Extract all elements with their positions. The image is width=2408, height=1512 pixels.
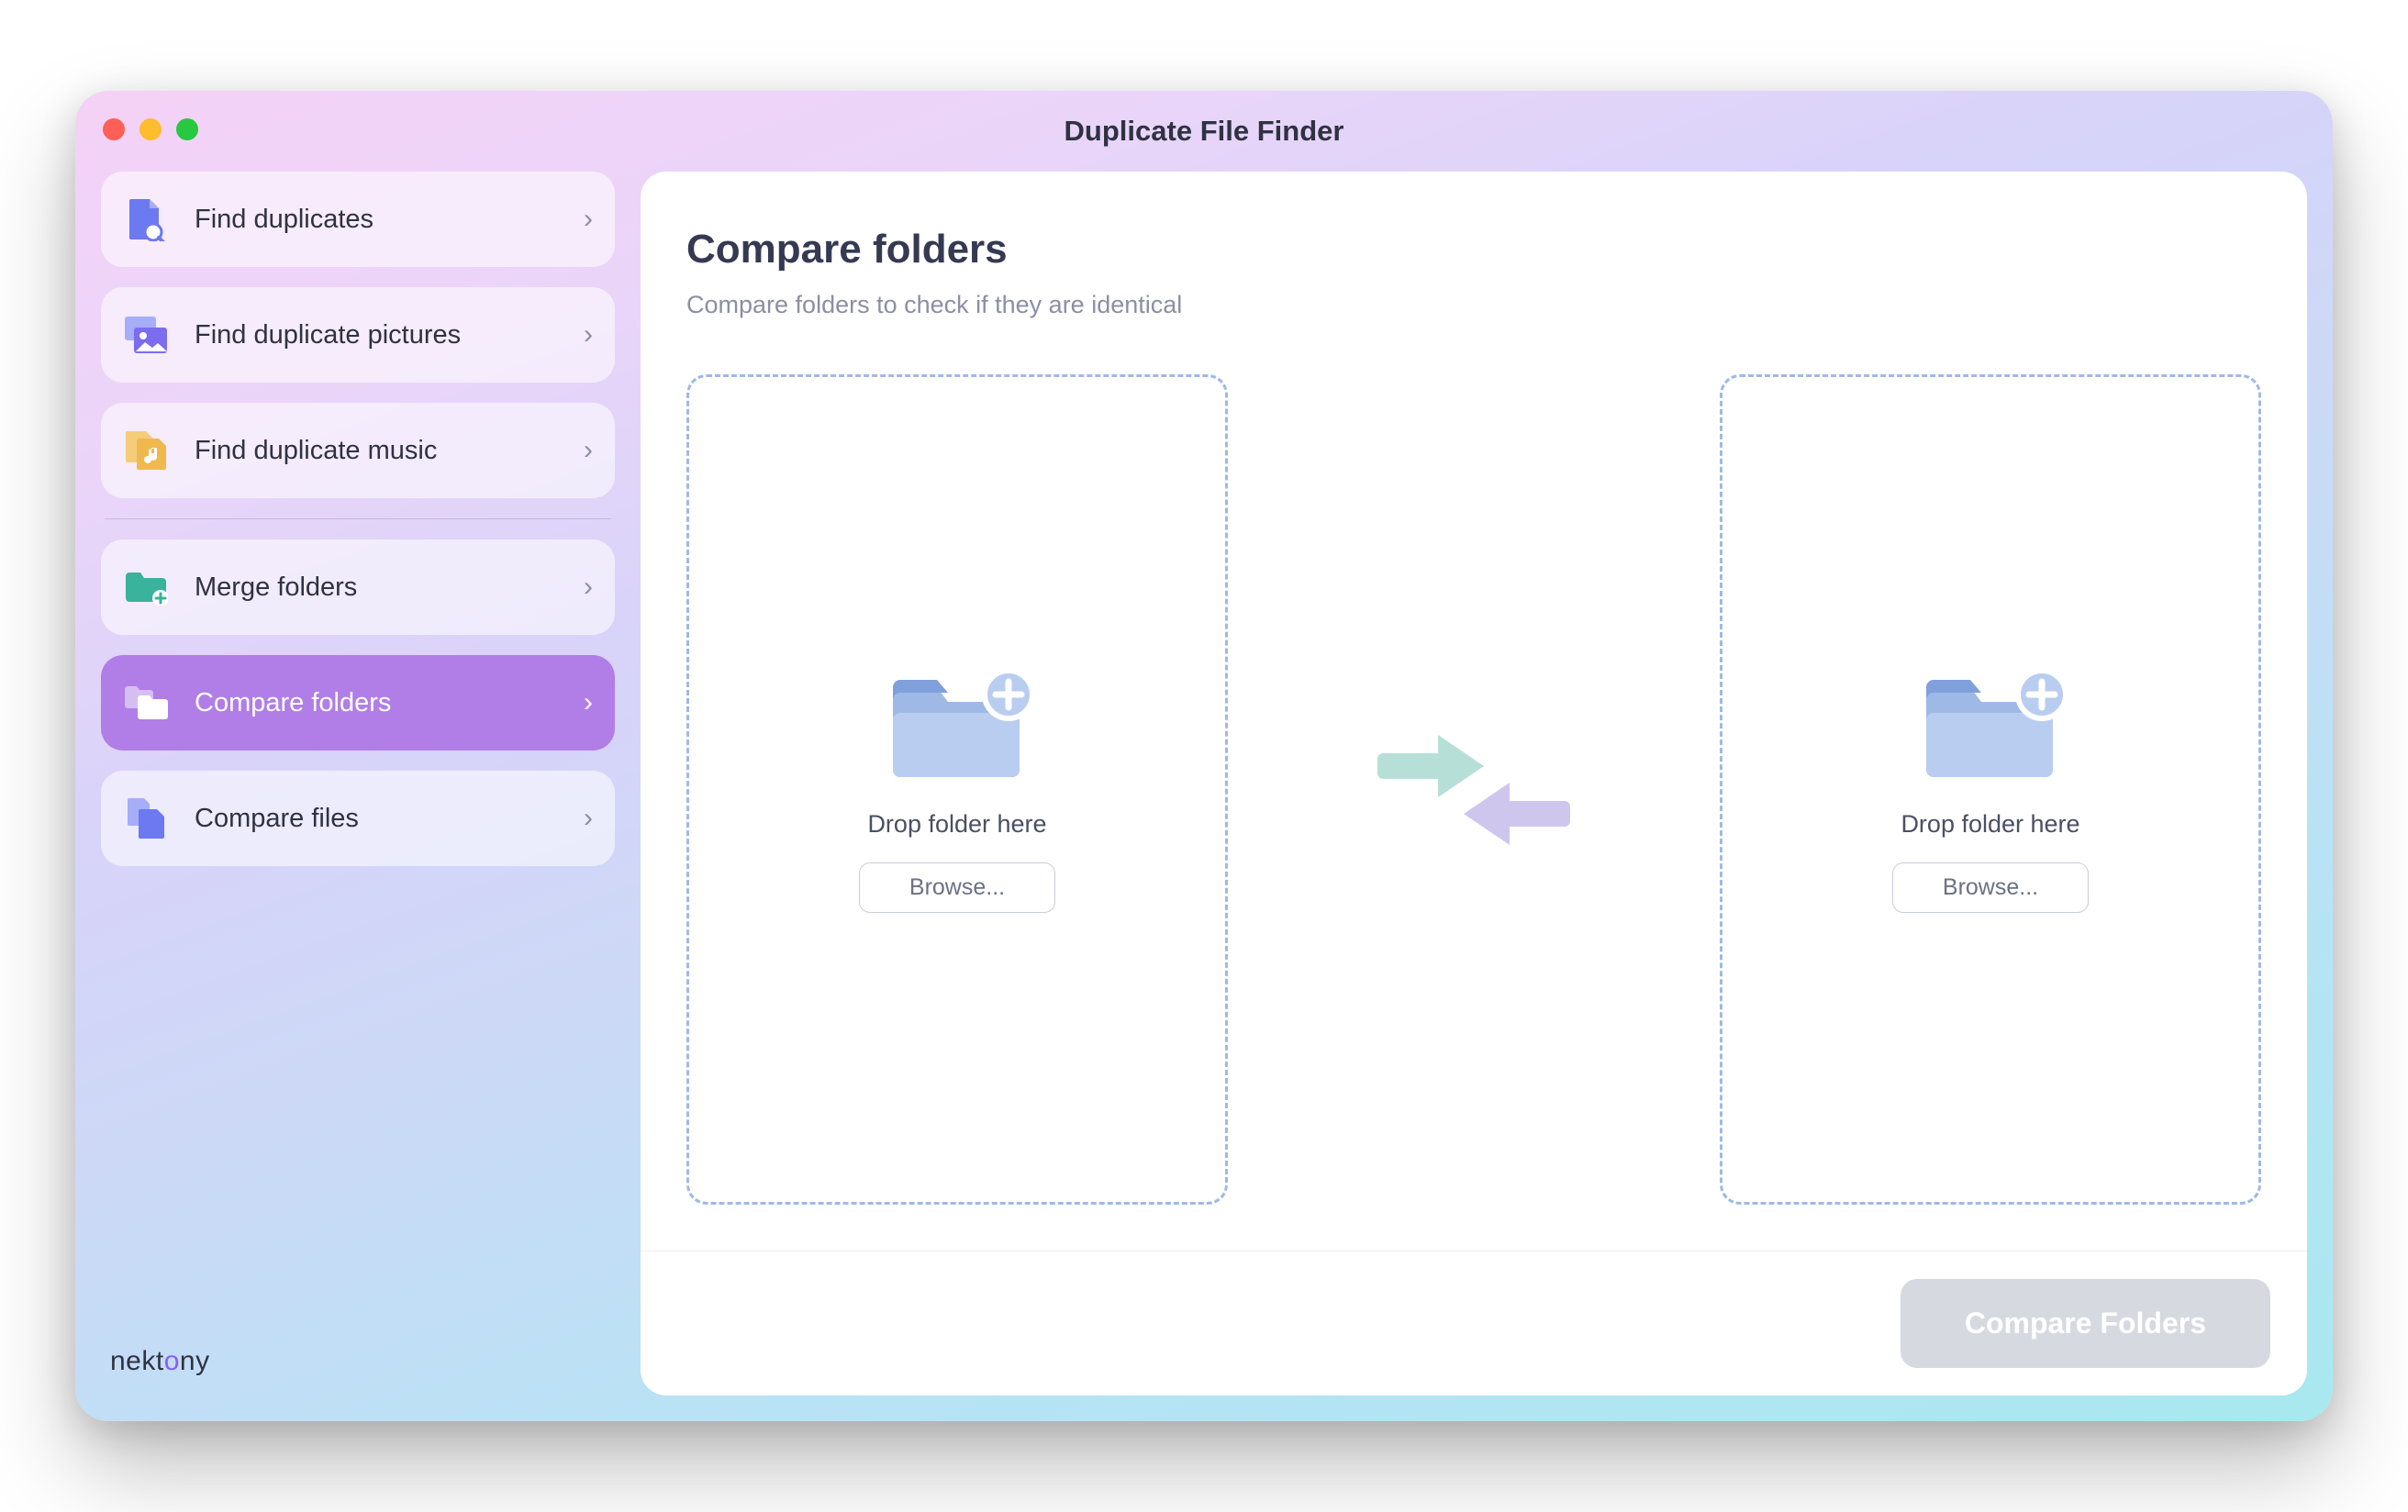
page-title: Compare folders (686, 227, 2261, 272)
sidebar-item-find-duplicate-pictures[interactable]: Find duplicate pictures › (101, 287, 615, 383)
sidebar-item-find-duplicates[interactable]: Find duplicates › (101, 172, 615, 267)
sidebar-item-label: Merge folders (195, 573, 584, 603)
chevron-right-icon: › (584, 803, 593, 834)
fullscreen-window-button[interactable] (176, 118, 198, 140)
chevron-right-icon: › (584, 687, 593, 718)
chevron-right-icon: › (584, 204, 593, 235)
sidebar-item-find-duplicate-music[interactable]: Find duplicate music › (101, 403, 615, 498)
folder-compare-icon (123, 680, 169, 726)
sidebar-item-merge-folders[interactable]: Merge folders › (101, 539, 615, 635)
app-window: Duplicate File Finder Find duplicates › (75, 91, 2333, 1421)
sidebar-divider (105, 518, 611, 519)
close-window-button[interactable] (103, 118, 125, 140)
sidebar-item-label: Find duplicate music (195, 436, 584, 466)
sidebar-item-compare-files[interactable]: Compare files › (101, 771, 615, 866)
sidebar-group-compare: Merge folders › Compare folders › (101, 539, 615, 866)
sidebar-item-label: Compare folders (195, 688, 584, 718)
dropzone-left[interactable]: Drop folder here Browse... (686, 374, 1228, 1205)
dropzone-right[interactable]: Drop folder here Browse... (1720, 374, 2261, 1205)
main-header: Compare folders Compare folders to check… (641, 172, 2307, 338)
dropzone-label: Drop folder here (867, 810, 1046, 839)
sidebar-item-label: Compare files (195, 804, 584, 834)
main-footer: Compare Folders (641, 1251, 2307, 1395)
folder-add-icon (884, 667, 1031, 786)
pictures-icon (123, 312, 169, 358)
main-panel: Compare folders Compare folders to check… (641, 172, 2307, 1395)
traffic-lights (103, 118, 198, 140)
compare-folders-button[interactable]: Compare Folders (1901, 1279, 2270, 1368)
chevron-right-icon: › (584, 435, 593, 466)
window-body: Find duplicates › Find duplicate picture… (75, 172, 2333, 1421)
sidebar-item-label: Find duplicates (195, 205, 584, 235)
folder-add-icon (1917, 667, 2064, 786)
dropzone-label: Drop folder here (1901, 810, 2079, 839)
titlebar: Duplicate File Finder (75, 91, 2333, 172)
sidebar: Find duplicates › Find duplicate picture… (101, 172, 615, 1395)
chevron-right-icon: › (584, 319, 593, 350)
minimize-window-button[interactable] (139, 118, 162, 140)
window-title: Duplicate File Finder (1065, 115, 1344, 148)
sidebar-item-label: Find duplicate pictures (195, 320, 584, 350)
sidebar-group-find: Find duplicates › Find duplicate picture… (101, 172, 615, 498)
sidebar-item-compare-folders[interactable]: Compare folders › (101, 655, 615, 750)
brand-logo: nektony (101, 1328, 615, 1395)
page-subtitle: Compare folders to check if they are ide… (686, 291, 2261, 319)
browse-button-left[interactable]: Browse... (859, 862, 1055, 913)
browse-button-right[interactable]: Browse... (1892, 862, 2089, 913)
drop-area: Drop folder here Browse... (641, 338, 2307, 1251)
compare-arrows-icon (1255, 374, 1692, 1205)
music-icon (123, 428, 169, 473)
folder-plus-icon (123, 564, 169, 610)
file-compare-icon (123, 795, 169, 841)
chevron-right-icon: › (584, 572, 593, 603)
file-search-icon (123, 196, 169, 242)
